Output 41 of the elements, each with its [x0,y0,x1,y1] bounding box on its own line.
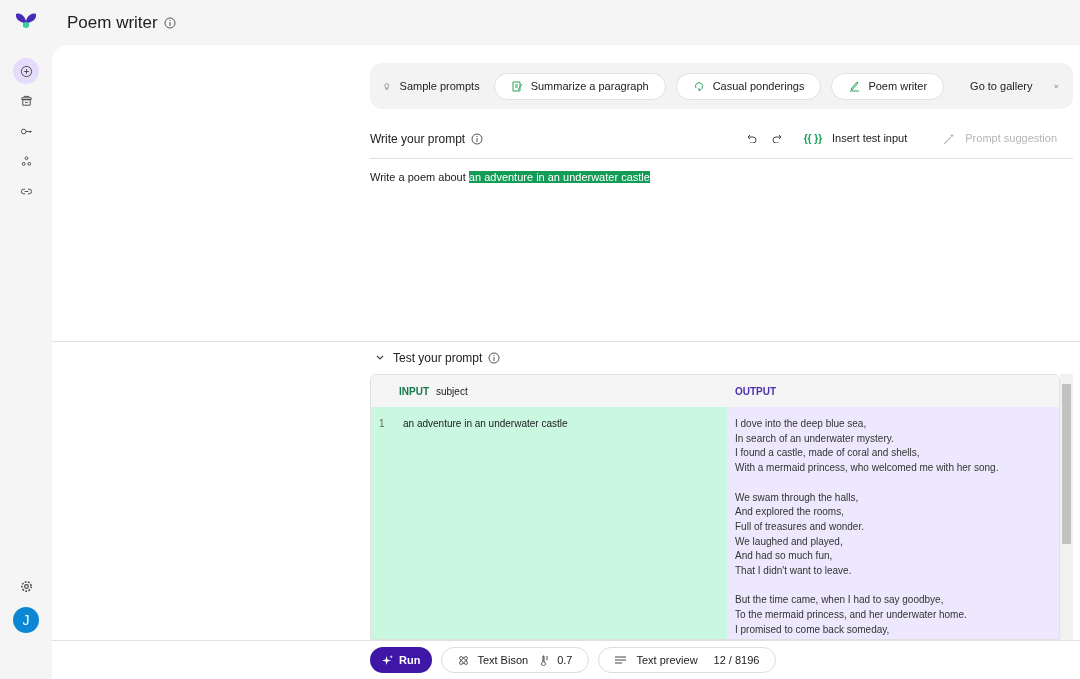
thermometer-icon [540,654,550,666]
chevron-icon[interactable] [376,355,384,361]
run-button[interactable]: Run [370,647,433,673]
sample-prompts-label: Sample prompts [399,78,480,94]
info-icon[interactable] [488,352,501,364]
section-title: Write your prompt [370,130,466,148]
output-stanza: I dove into the deep blue sea, In search of an underwater mystery. I found a castle, made of coral and shells, With a mermaid princess, who welcomed me with her song. [735,417,1000,476]
new-prompt-icon [19,64,33,78]
logo-icon [15,12,37,30]
column-header: OUTPUT [735,384,777,399]
magic-wand-icon [943,132,956,145]
settings-icon[interactable] [19,580,33,593]
insert-test-input-button[interactable]: {{ }} Insert test input [803,130,908,147]
column-header: INPUT [399,384,429,399]
input-cell[interactable]: an adventure in an underwater castle [403,417,568,432]
output-stanza: We swam through the halls, And explored the rooms, Full of treasures and wonder. We laughed and played, And had so much fun, That I didn't want to leave. [735,490,865,578]
sample-prompt-chip[interactable]: Poem writer [831,72,945,100]
note-icon [510,80,523,92]
community-icon [19,154,33,168]
info-icon[interactable] [163,16,176,29]
undo-icon[interactable] [746,134,757,143]
library-icon [19,94,33,108]
page-title: Poem writer [67,11,158,34]
section-title: Test your prompt [393,350,483,367]
variable-name: subject [436,384,468,399]
row-number: 1 [379,417,386,431]
prompt-text[interactable]: Write a poem about an adventure in an underwater castle [370,169,1073,186]
pen-icon [848,80,861,92]
sample-prompt-chip[interactable]: Casual ponderings [675,72,822,100]
avatar[interactable]: J [13,607,39,633]
output-stanza: But the time came, when I had to say goodbye, To the mermaid princess, and her underwater home. I promised to come back someday, [735,593,968,637]
close-icon[interactable] [1054,81,1059,91]
lines-icon [615,656,627,664]
atom-icon [458,654,470,666]
sample-prompt-chip[interactable]: Summarize a paragraph [493,72,666,100]
gallery-link[interactable]: Go to gallery [970,77,1033,95]
scrollbar[interactable] [1060,374,1073,640]
info-icon[interactable] [471,132,484,145]
redo-icon[interactable] [771,134,782,143]
sparkle-icon [382,654,393,666]
sidebar-item[interactable] [13,58,39,84]
